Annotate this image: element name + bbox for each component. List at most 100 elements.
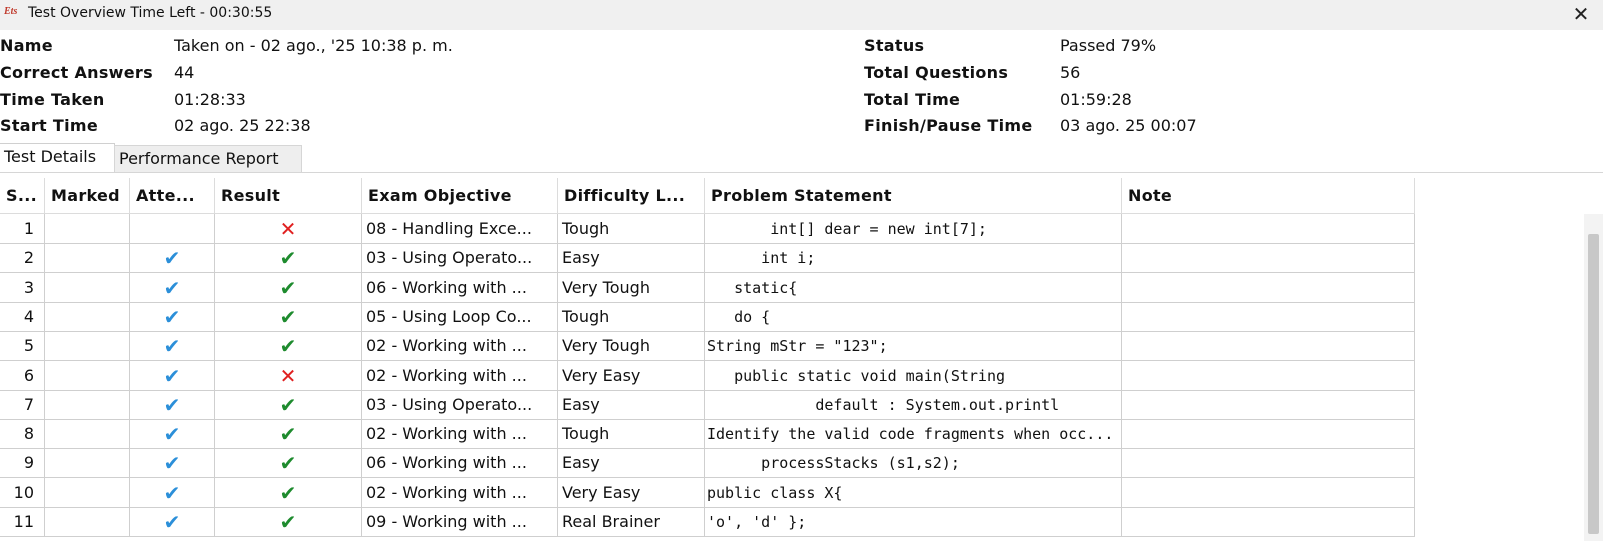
finish-pause-time-label: Finish/Pause Time — [864, 116, 1033, 135]
exam-objective-cell: 06 - Working with ... — [362, 448, 558, 479]
problem-statement-cell: public class X{ — [705, 477, 1122, 508]
result-cell: ✔ — [215, 331, 362, 362]
table-row[interactable]: 11 ✔ ✔ 09 - Working with ... Real Brainer'o'… — [0, 507, 1445, 537]
attempted-cell: ✔ — [130, 389, 215, 420]
table-row[interactable]: 6 ✔ ✕ 02 - Working with ... Very Easy public… — [0, 360, 1445, 391]
table-row[interactable]: 8 ✔ ✔ 02 - Working with ... Tough Identify th… — [0, 419, 1445, 450]
status-label: Status — [864, 36, 925, 55]
table-row[interactable]: 5 ✔ ✔ 02 - Working with ... Very Tough String… — [0, 331, 1445, 362]
checkmark-blue-icon: ✔ — [163, 363, 181, 388]
problem-statement-cell: 'o', 'd' }; — [705, 507, 1122, 537]
difficulty-cell: Very Tough — [558, 272, 705, 303]
table-row[interactable]: 3 ✔ ✔ 06 - Working with ... Very Tough stati… — [0, 272, 1445, 303]
exam-objective-cell: 02 - Working with ... — [362, 477, 558, 508]
difficulty-cell: Very Tough — [558, 331, 705, 362]
marked-cell — [45, 272, 130, 303]
result-cell: ✔ — [215, 272, 362, 303]
marked-cell — [45, 389, 130, 420]
checkmark-blue-icon: ✔ — [163, 510, 181, 534]
marked-cell — [45, 243, 130, 274]
result-cell: ✔ — [215, 477, 362, 508]
column-header-result[interactable]: Result — [215, 178, 362, 214]
column-header-marked[interactable]: Marked — [45, 178, 130, 214]
result-cell: ✔ — [215, 389, 362, 420]
column-header-note[interactable]: Note — [1122, 178, 1415, 214]
column-header-exam-objective[interactable]: Exam Objective — [362, 178, 558, 214]
vertical-scrollbar[interactable] — [1584, 214, 1603, 541]
attempted-cell: ✔ — [130, 331, 215, 362]
difficulty-cell: Real Brainer — [558, 507, 705, 537]
note-cell — [1122, 243, 1415, 274]
checkmark-blue-icon: ✔ — [163, 304, 181, 329]
total-questions-value: 56 — [1060, 63, 1081, 82]
serial-cell: 11 — [0, 507, 45, 537]
tab-test-details[interactable]: Test Details — [0, 143, 115, 170]
scrollbar-thumb[interactable] — [1588, 234, 1599, 534]
result-cell: ✔ — [215, 419, 362, 450]
tab-divider — [0, 172, 1603, 173]
time-taken-value: 01:28:33 — [174, 90, 246, 109]
cross-red-icon: ✕ — [279, 217, 297, 241]
serial-cell: 5 — [0, 331, 45, 362]
exam-objective-cell: 02 - Working with ... — [362, 419, 558, 450]
serial-cell: 6 — [0, 360, 45, 391]
close-icon[interactable]: ✕ — [1569, 2, 1593, 26]
result-cell: ✔ — [215, 448, 362, 479]
serial-cell: 10 — [0, 477, 45, 508]
attempted-cell: ✔ — [130, 419, 215, 450]
marked-cell — [45, 331, 130, 362]
difficulty-cell: Tough — [558, 301, 705, 332]
problem-statement-cell: Identify the valid code fragments when o… — [705, 419, 1122, 450]
table-row[interactable]: 7 ✔ ✔ 03 - Using Operato... Easy default : S… — [0, 389, 1445, 420]
note-cell — [1122, 331, 1415, 362]
checkmark-green-icon: ✔ — [279, 334, 297, 359]
difficulty-cell: Very Easy — [558, 360, 705, 391]
checkmark-green-icon: ✔ — [279, 480, 297, 505]
column-header-attempted[interactable]: Atte... — [130, 178, 215, 214]
exam-objective-cell: 08 - Handling Exce... — [362, 214, 558, 244]
problem-statement-cell: int[] dear = new int[7]; — [705, 214, 1122, 244]
checkmark-blue-icon: ✔ — [163, 275, 181, 300]
note-cell — [1122, 477, 1415, 508]
table-row[interactable]: 10 ✔ ✔ 02 - Working with ... Very Easy public… — [0, 477, 1445, 508]
result-cell: ✕ — [215, 214, 362, 244]
attempted-cell: ✔ — [130, 272, 215, 303]
table-row[interactable]: 4 ✔ ✔ 05 - Using Loop Co... Tough do { — [0, 301, 1445, 332]
table-row[interactable]: 2 ✔ ✔ 03 - Using Operato... Easy int i; — [0, 243, 1445, 274]
attempted-cell: ✔ — [130, 243, 215, 274]
app-logo-icon: Ets — [4, 6, 18, 17]
marked-cell — [45, 214, 130, 244]
checkmark-blue-icon: ✔ — [163, 334, 181, 359]
tab-performance-report[interactable]: Performance Report — [114, 145, 302, 173]
difficulty-cell: Very Easy — [558, 477, 705, 508]
checkmark-green-icon: ✔ — [279, 246, 297, 271]
total-time-label: Total Time — [864, 90, 961, 109]
problem-statement-cell: static{ — [705, 272, 1122, 303]
exam-objective-cell: 02 - Working with ... — [362, 331, 558, 362]
result-cell: ✔ — [215, 243, 362, 274]
problem-statement-cell: public static void main(String — [705, 360, 1122, 391]
note-cell — [1122, 419, 1415, 450]
status-value: Passed 79% — [1060, 36, 1157, 55]
start-time-value: 02 ago. 25 22:38 — [174, 116, 311, 135]
column-header-problem-statement[interactable]: Problem Statement — [705, 178, 1122, 214]
finish-pause-time-value: 03 ago. 25 00:07 — [1060, 116, 1197, 135]
marked-cell — [45, 477, 130, 508]
test-summary: Name Taken on - 02 ago., '25 10:38 p. m.… — [0, 34, 1603, 142]
serial-cell: 8 — [0, 419, 45, 450]
total-time-value: 01:59:28 — [1060, 90, 1132, 109]
column-header-difficulty[interactable]: Difficulty L... — [558, 178, 705, 214]
checkmark-blue-icon: ✔ — [163, 480, 181, 505]
attempted-cell: ✔ — [130, 448, 215, 479]
serial-cell: 7 — [0, 389, 45, 420]
table-row[interactable]: 9 ✔ ✔ 06 - Working with ... Easy processStac… — [0, 448, 1445, 479]
table-row[interactable]: 1 ✕ 08 - Handling Exce... Tough int[] dear … — [0, 214, 1445, 244]
column-header-serial[interactable]: S... — [0, 178, 45, 214]
name-label: Name — [0, 36, 53, 55]
cross-red-icon: ✕ — [279, 363, 297, 388]
correct-answers-value: 44 — [174, 63, 195, 82]
total-questions-label: Total Questions — [864, 63, 1009, 82]
attempted-cell: ✔ — [130, 360, 215, 391]
marked-cell — [45, 301, 130, 332]
attempted-cell: ✔ — [130, 301, 215, 332]
